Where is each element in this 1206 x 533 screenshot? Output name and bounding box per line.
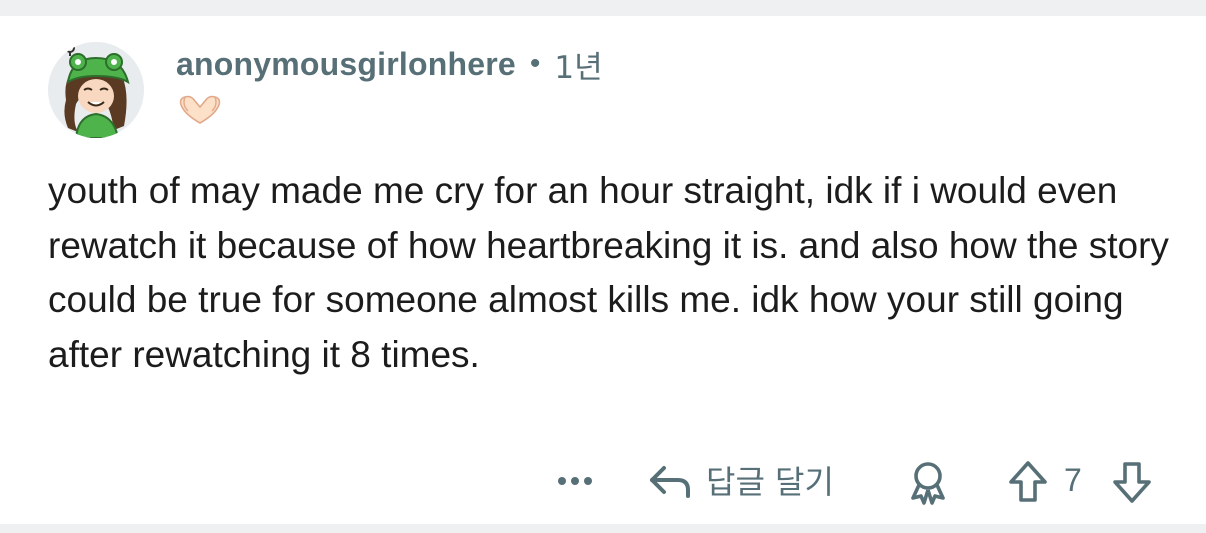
upvote-button[interactable]: [1006, 458, 1050, 506]
top-separator: [0, 0, 1206, 16]
reply-button[interactable]: 답글 달기: [648, 458, 834, 502]
more-dots-icon: [558, 477, 592, 485]
comment-body: youth of may made me cry for an hour str…: [48, 170, 1169, 375]
award-button[interactable]: [904, 458, 952, 506]
reply-arrow-icon: [650, 466, 690, 498]
reply-label: 답글 달기: [706, 463, 834, 501]
award-icon: [911, 462, 945, 505]
comment-actions: 답글 달기 7: [548, 452, 1158, 508]
vote-score: 7: [1064, 462, 1082, 498]
downvote-arrow-icon: [1113, 462, 1151, 503]
meta-separator: •: [529, 47, 541, 80]
comment-header: anonymousgirlonhere • 1년: [176, 44, 603, 86]
user-avatar[interactable]: [48, 42, 144, 138]
comment-age: 1년: [554, 49, 603, 86]
bottom-separator: [0, 524, 1206, 533]
author-username[interactable]: anonymousgirlonhere: [176, 46, 516, 83]
heart-hands-icon: [176, 93, 224, 125]
avatar-illustration: [48, 42, 144, 138]
downvote-button[interactable]: [1110, 458, 1154, 506]
upvote-arrow-icon: [1009, 461, 1047, 502]
more-options-button[interactable]: [552, 466, 598, 496]
